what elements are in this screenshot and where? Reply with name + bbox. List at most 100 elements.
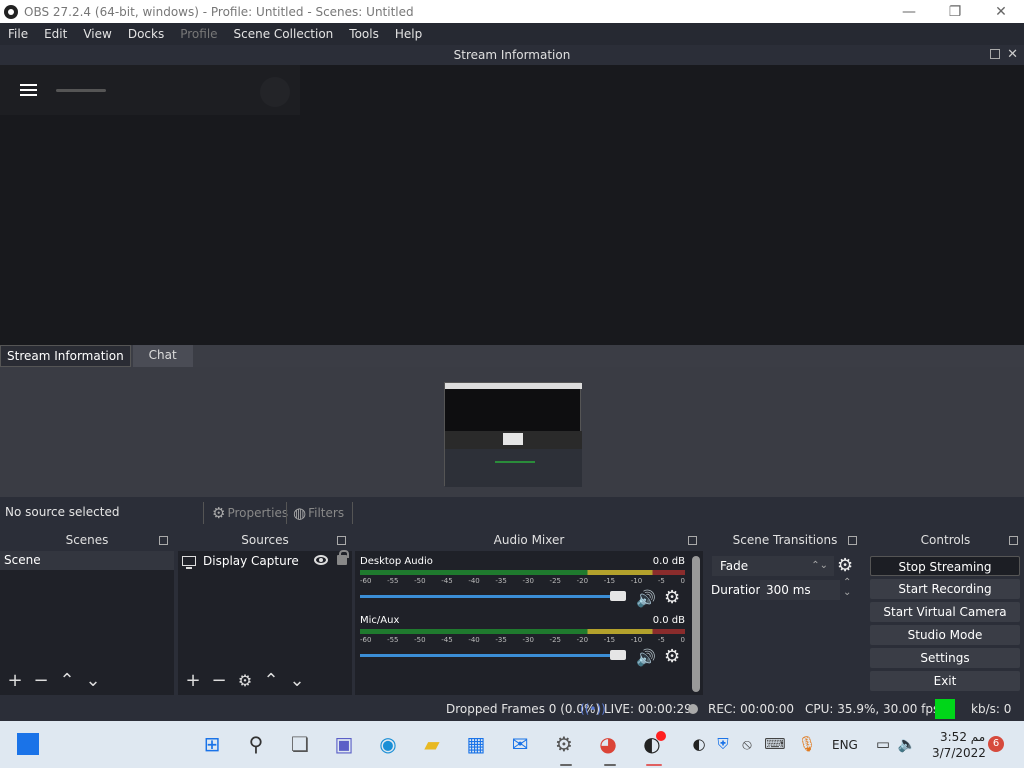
sources-toolbar: + − ⚙ ⌃ ⌄ — [180, 668, 310, 692]
clock-time[interactable]: 3:52 مم — [940, 730, 985, 744]
dock-close-button[interactable]: ✕ — [1007, 45, 1018, 65]
menu-edit[interactable]: Edit — [36, 27, 75, 41]
settings-gear-icon[interactable]: ⚙ — [551, 731, 577, 757]
speaker-mute-icon[interactable]: 🔊 — [636, 589, 656, 608]
clock-date[interactable]: 3/7/2022 — [932, 746, 986, 760]
move-down-icon[interactable]: ⌄ — [80, 670, 106, 691]
preview-area[interactable] — [0, 367, 1024, 497]
menu-help[interactable]: Help — [387, 27, 430, 41]
mixer-scrollbar[interactable] — [692, 556, 700, 692]
minimize-button[interactable]: — — [886, 0, 932, 23]
remove-source-icon[interactable]: − — [206, 670, 232, 691]
volume-slider[interactable] — [360, 654, 625, 657]
notification-badge[interactable]: 6 — [988, 736, 1004, 752]
move-up-icon[interactable]: ⌃ — [54, 670, 80, 691]
preview-docks — [445, 449, 582, 487]
chrome-icon[interactable]: ◕ — [595, 731, 621, 757]
dock-float-icon[interactable] — [990, 49, 1000, 59]
gear-icon[interactable]: ⚙ — [664, 587, 680, 608]
task-view-icon[interactable]: ❏ — [287, 731, 313, 757]
toolbar-divider — [352, 502, 353, 524]
speaker-mute-icon[interactable]: 🔊 — [636, 648, 656, 667]
live-time: LIVE: 00:00:29 — [604, 702, 692, 716]
tab-chat[interactable]: Chat — [132, 345, 193, 367]
menu-docks[interactable]: Docks — [120, 27, 172, 41]
search-icon[interactable]: ⚲ — [243, 731, 269, 757]
tick: -55 — [387, 577, 399, 585]
start-menu-icon[interactable]: ⊞ — [199, 731, 225, 757]
close-window-button[interactable]: ✕ — [978, 0, 1024, 23]
add-scene-icon[interactable]: + — [2, 670, 28, 691]
move-down-icon[interactable]: ⌄ — [284, 670, 310, 691]
hamburger-menu-icon[interactable] — [20, 84, 37, 96]
tab-stream-information[interactable]: Stream Information — [0, 345, 131, 367]
edge-browser-icon[interactable]: ◉ — [375, 731, 401, 757]
gear-icon: ⚙ — [212, 504, 226, 522]
preview-canvas[interactable] — [444, 382, 582, 487]
start-recording-button[interactable]: Start Recording — [870, 579, 1020, 599]
mail-icon[interactable]: ✉ — [507, 731, 533, 757]
channel-name: Desktop Audio — [360, 556, 433, 567]
exit-button[interactable]: Exit — [870, 671, 1020, 691]
tick: -35 — [495, 577, 507, 585]
tick: -50 — [414, 636, 426, 644]
controls-title: Controls — [920, 533, 971, 547]
dock-float-icon[interactable] — [688, 536, 697, 545]
defender-icon[interactable]: ⛨ — [710, 731, 736, 757]
source-item[interactable]: Display Capture — [178, 550, 352, 571]
stop-streaming-button[interactable]: Stop Streaming — [870, 556, 1020, 576]
filters-button[interactable]: ◍ Filters — [293, 504, 344, 522]
chevron-updown-icon: ⌃⌄ — [811, 560, 828, 571]
obs-tray-icon[interactable]: ◐ — [686, 731, 712, 757]
settings-button[interactable]: Settings — [870, 648, 1020, 668]
transition-select[interactable]: Fade ⌃⌄ — [712, 556, 834, 576]
volume-slider-knob[interactable] — [610, 650, 626, 660]
duration-stepper[interactable]: ⌃ ⌄ — [843, 578, 851, 598]
source-settings-gear-icon[interactable]: ⚙ — [232, 671, 258, 690]
mixer-channel-desktop: Desktop Audio 0.0 dB -60 -55 -50 -45 -40 -35-… — [355, 556, 690, 608]
channel-db: 0.0 dB — [652, 615, 685, 626]
properties-button[interactable]: ⚙ Properties — [212, 504, 288, 522]
dock-float-icon[interactable] — [159, 536, 168, 545]
restore-button[interactable]: ❐ — [932, 0, 978, 23]
menu-view[interactable]: View — [75, 27, 119, 41]
scenes-title: Scenes — [65, 533, 109, 547]
kbs-status: kb/s: 0 — [971, 702, 1012, 716]
scene-item[interactable]: Scene — [0, 551, 174, 570]
network-icon[interactable]: ▭ — [870, 731, 896, 757]
keyboard-icon[interactable]: ⌨ — [762, 731, 788, 757]
filter-icon: ◍ — [293, 504, 307, 522]
volume-icon[interactable]: 🔈 — [894, 731, 920, 757]
move-up-icon[interactable]: ⌃ — [258, 670, 284, 691]
dock-float-icon[interactable] — [848, 536, 857, 545]
gear-icon[interactable]: ⚙ — [664, 646, 680, 667]
studio-mode-button[interactable]: Studio Mode — [870, 625, 1020, 645]
add-source-icon[interactable]: + — [180, 670, 206, 691]
store-icon[interactable]: ▦ — [463, 731, 489, 757]
widgets-icon[interactable] — [17, 733, 39, 755]
language-indicator[interactable]: ENG — [832, 738, 858, 752]
camera-off-icon[interactable]: ⦸ — [734, 731, 760, 757]
meter-ticks: -60 -55 -50 -45 -40 -35 -30 -25 -20 -15 -10 -5 0 — [360, 577, 685, 585]
transition-gear-icon[interactable]: ⚙ — [837, 555, 853, 576]
tick: -10 — [630, 636, 643, 644]
dock-float-icon[interactable] — [1009, 536, 1018, 545]
menu-tools[interactable]: Tools — [341, 27, 387, 41]
tick: -5 — [657, 577, 665, 585]
menu-bar: File Edit View Docks Profile Scene Colle… — [0, 23, 1024, 45]
teams-chat-icon[interactable]: ▣ — [331, 731, 357, 757]
duration-label: Duration — [711, 583, 764, 597]
start-virtual-camera-button[interactable]: Start Virtual Camera — [870, 602, 1020, 622]
visibility-eye-icon[interactable] — [314, 555, 328, 565]
duration-input[interactable]: 300 ms — [760, 580, 840, 600]
remove-scene-icon[interactable]: − — [28, 670, 54, 691]
volume-slider-knob[interactable] — [610, 591, 626, 601]
menu-file[interactable]: File — [0, 27, 36, 41]
lock-icon[interactable] — [337, 550, 349, 565]
dock-float-icon[interactable] — [337, 536, 346, 545]
volume-slider[interactable] — [360, 595, 625, 598]
menu-scene-collection[interactable]: Scene Collection — [226, 27, 342, 41]
microphone-icon[interactable]: 🎙 — [794, 731, 820, 757]
menu-profile[interactable]: Profile — [172, 27, 225, 41]
file-explorer-icon[interactable]: ▰ — [419, 731, 445, 757]
